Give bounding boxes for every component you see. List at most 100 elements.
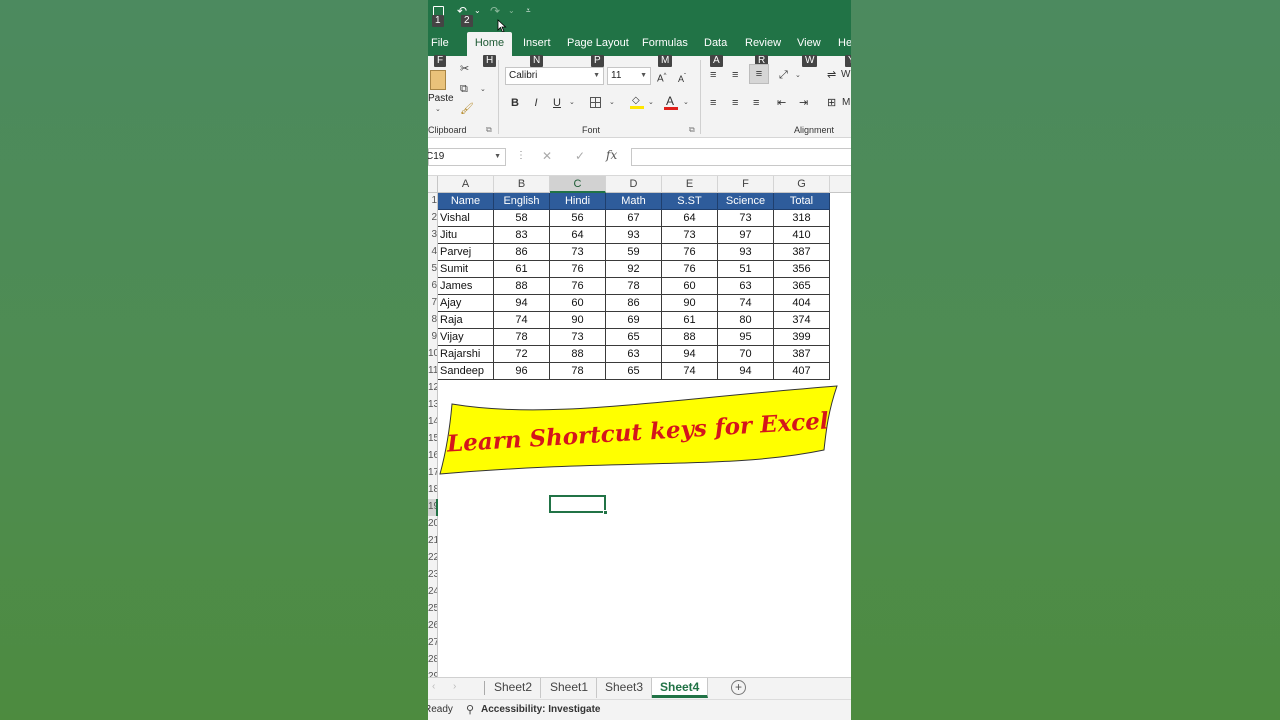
score-cell[interactable]: 73 xyxy=(718,210,774,227)
student-name-cell[interactable]: Vishal xyxy=(438,210,494,227)
font-name-combo[interactable]: Calibri ▼ xyxy=(505,67,604,85)
score-cell[interactable]: 86 xyxy=(606,295,662,312)
align-bottom-icon[interactable]: ≡ xyxy=(749,64,769,84)
bold-button[interactable]: B xyxy=(510,96,520,110)
sheet-tab-sheet2[interactable]: Sheet2 xyxy=(486,678,542,698)
table-header-cell[interactable]: Total xyxy=(774,193,830,210)
student-name-cell[interactable]: Raja xyxy=(438,312,494,329)
chevron-down-icon[interactable]: ⌄ xyxy=(648,98,654,106)
insert-function-icon[interactable]: fx xyxy=(606,148,617,162)
score-cell[interactable]: 410 xyxy=(774,227,830,244)
increase-indent-icon[interactable]: ⇥ xyxy=(799,96,808,110)
score-cell[interactable]: 64 xyxy=(550,227,606,244)
scroll-left-icon[interactable]: ‹ xyxy=(432,681,435,692)
tab-formulas[interactable]: Formulas xyxy=(637,32,693,56)
score-cell[interactable]: 60 xyxy=(550,295,606,312)
score-cell[interactable]: 387 xyxy=(774,346,830,363)
sheet-tab-sheet3[interactable]: Sheet3 xyxy=(597,678,653,698)
score-cell[interactable]: 94 xyxy=(494,295,550,312)
score-cell[interactable]: 356 xyxy=(774,261,830,278)
row-header[interactable]: 1 xyxy=(428,193,438,210)
column-header-a[interactable]: A xyxy=(438,176,494,193)
row-header[interactable]: 24 xyxy=(428,584,438,601)
score-cell[interactable]: 63 xyxy=(718,278,774,295)
chevron-down-icon[interactable]: ⌄ xyxy=(569,98,575,106)
score-cell[interactable]: 93 xyxy=(718,244,774,261)
row-header[interactable]: 11 xyxy=(428,363,438,380)
more-options-icon[interactable]: ⋮ xyxy=(516,150,526,161)
score-cell[interactable]: 58 xyxy=(494,210,550,227)
student-name-cell[interactable]: Rajarshi xyxy=(438,346,494,363)
score-cell[interactable]: 72 xyxy=(494,346,550,363)
student-name-cell[interactable]: Sandeep xyxy=(438,363,494,380)
borders-icon[interactable] xyxy=(590,97,601,108)
score-cell[interactable]: 70 xyxy=(718,346,774,363)
align-center-icon[interactable]: ≡ xyxy=(732,96,738,110)
student-name-cell[interactable]: Vijay xyxy=(438,329,494,346)
chevron-down-icon[interactable]: ⌄ xyxy=(435,105,441,113)
score-cell[interactable]: 387 xyxy=(774,244,830,261)
row-header[interactable]: 25 xyxy=(428,601,438,618)
align-top-icon[interactable]: ≡ xyxy=(710,68,716,82)
score-cell[interactable]: 74 xyxy=(718,295,774,312)
column-header-b[interactable]: B xyxy=(494,176,550,193)
scroll-right-icon[interactable]: › xyxy=(453,681,456,692)
row-header[interactable]: 4 xyxy=(428,244,438,261)
select-all-corner[interactable] xyxy=(428,176,438,193)
row-header[interactable]: 22 xyxy=(428,550,438,567)
row-header[interactable]: 7 xyxy=(428,295,438,312)
dialog-launcher-icon[interactable]: ⧉ xyxy=(689,125,695,135)
underline-button[interactable]: U xyxy=(552,96,562,110)
score-cell[interactable]: 60 xyxy=(662,278,718,295)
redo-icon[interactable]: ↷ xyxy=(490,4,500,18)
score-cell[interactable]: 64 xyxy=(662,210,718,227)
score-cell[interactable]: 86 xyxy=(494,244,550,261)
score-cell[interactable]: 92 xyxy=(606,261,662,278)
dialog-launcher-icon[interactable]: ⧉ xyxy=(486,125,492,135)
score-cell[interactable]: 80 xyxy=(718,312,774,329)
tab-page-layout[interactable]: Page Layout xyxy=(562,32,634,56)
add-sheet-icon[interactable]: + xyxy=(731,680,746,695)
column-header-h[interactable] xyxy=(830,176,851,193)
score-cell[interactable]: 407 xyxy=(774,363,830,380)
score-cell[interactable]: 88 xyxy=(494,278,550,295)
sheet-tab-sheet1[interactable]: Sheet1 xyxy=(542,678,598,698)
row-header[interactable]: 3 xyxy=(428,227,438,244)
row-header[interactable]: 27 xyxy=(428,635,438,652)
cut-icon[interactable]: ✂ xyxy=(460,62,469,76)
row-header[interactable]: 5 xyxy=(428,261,438,278)
score-cell[interactable]: 404 xyxy=(774,295,830,312)
score-cell[interactable]: 61 xyxy=(494,261,550,278)
chevron-down-icon[interactable]: ⌄ xyxy=(508,6,515,15)
chevron-down-icon[interactable]: ⌄ xyxy=(795,71,801,79)
score-cell[interactable]: 365 xyxy=(774,278,830,295)
score-cell[interactable]: 69 xyxy=(606,312,662,329)
table-header-cell[interactable]: Math xyxy=(606,193,662,210)
chevron-down-icon[interactable]: ⌄ xyxy=(480,85,486,93)
score-cell[interactable]: 74 xyxy=(494,312,550,329)
copy-icon[interactable]: ⧉ xyxy=(460,82,468,96)
score-cell[interactable]: 61 xyxy=(662,312,718,329)
score-cell[interactable]: 65 xyxy=(606,363,662,380)
align-right-icon[interactable]: ≡ xyxy=(753,96,759,110)
italic-button[interactable]: I xyxy=(531,96,541,110)
row-header[interactable]: 9 xyxy=(428,329,438,346)
score-cell[interactable]: 94 xyxy=(662,346,718,363)
score-cell[interactable]: 78 xyxy=(606,278,662,295)
row-header[interactable]: 21 xyxy=(428,533,438,550)
score-cell[interactable]: 78 xyxy=(550,363,606,380)
score-cell[interactable]: 67 xyxy=(606,210,662,227)
row-header[interactable]: 20 xyxy=(428,516,438,533)
wrap-text-icon[interactable]: ⇌ xyxy=(827,68,836,82)
score-cell[interactable]: 76 xyxy=(550,261,606,278)
cancel-icon[interactable]: ✕ xyxy=(542,149,552,163)
fill-handle[interactable] xyxy=(603,510,608,515)
row-header[interactable]: 10 xyxy=(428,346,438,363)
table-header-cell[interactable]: Name xyxy=(438,193,494,210)
score-cell[interactable]: 399 xyxy=(774,329,830,346)
format-painter-icon[interactable]: 🖌 xyxy=(460,102,474,116)
score-cell[interactable]: 318 xyxy=(774,210,830,227)
tab-home[interactable]: Home xyxy=(467,32,512,56)
score-cell[interactable]: 78 xyxy=(494,329,550,346)
font-size-combo[interactable]: 11 ▼ xyxy=(607,67,651,85)
